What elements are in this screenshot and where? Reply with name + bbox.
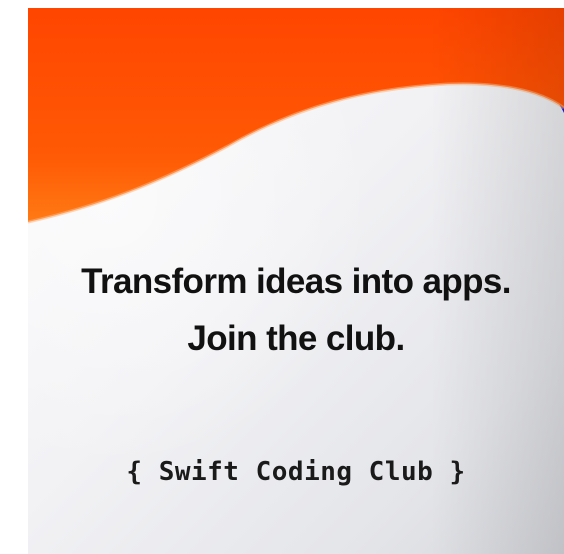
club-name: { Swift Coding Club }	[28, 459, 564, 485]
close-brace: }	[449, 457, 466, 487]
swift-coding-club-poster: Transform ideas into apps. Join the club…	[28, 8, 564, 554]
headline-line-2: Join the club.	[187, 319, 405, 358]
headline-line-1: Transform ideas into apps.	[81, 262, 511, 301]
page-canvas: Transform ideas into apps. Join the club…	[0, 0, 564, 554]
club-name-text: Swift Coding Club	[158, 457, 434, 487]
open-brace: {	[126, 457, 143, 487]
